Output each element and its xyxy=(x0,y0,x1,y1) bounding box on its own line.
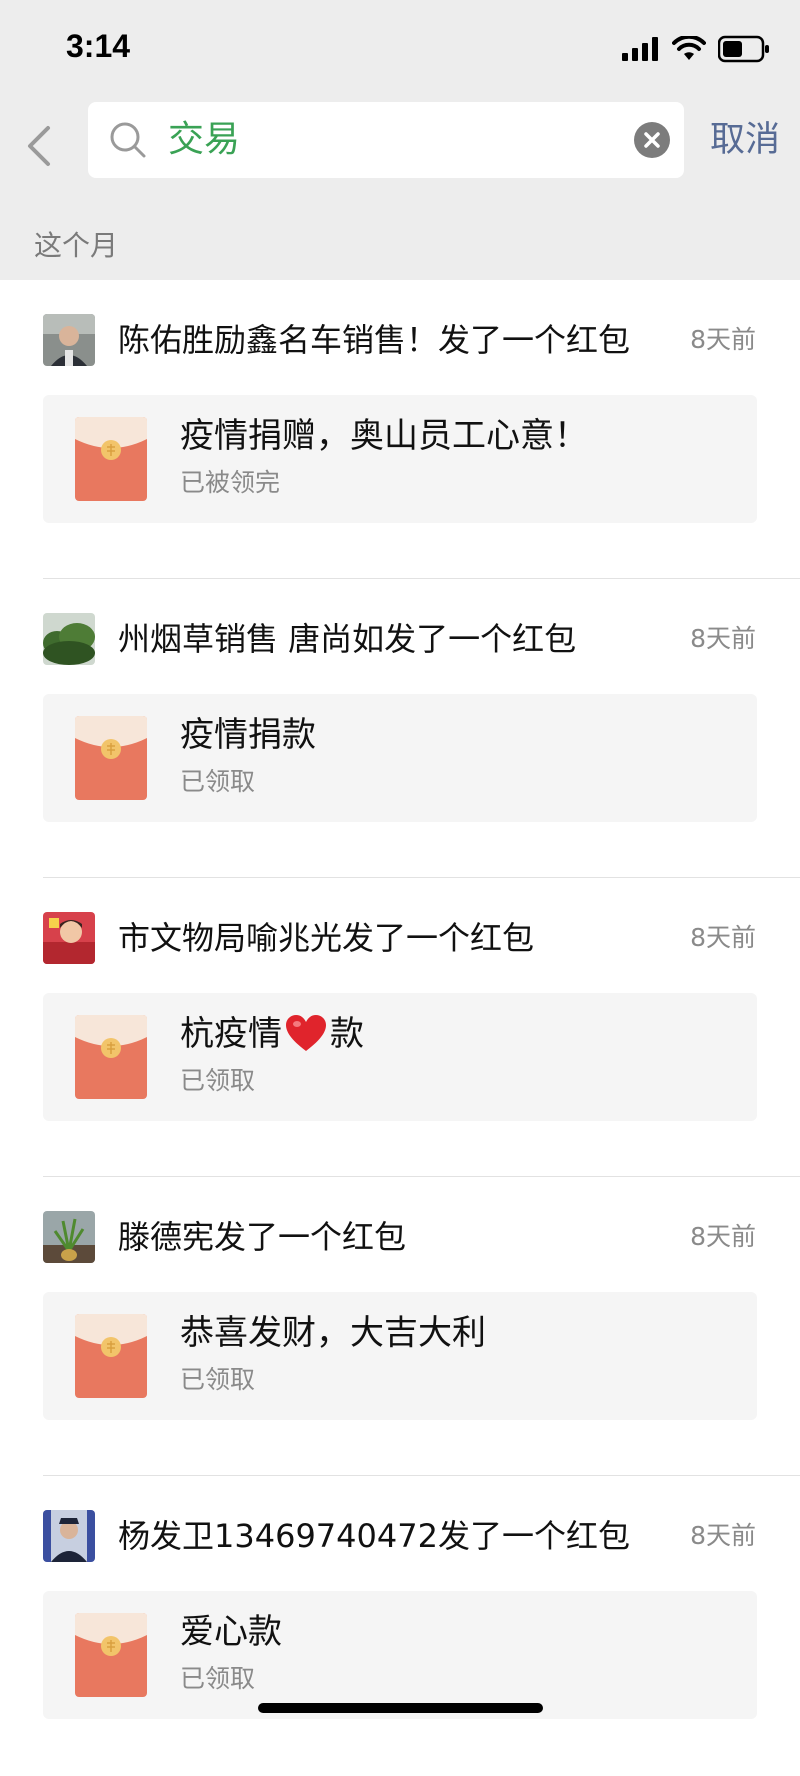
search-query[interactable]: 交易 xyxy=(168,116,240,164)
red-packet-card[interactable]: 恭喜发财，大吉大利 已领取 xyxy=(43,1292,757,1420)
list-item[interactable]: 杨发卫13469740472发了一个红包 8天前 爱心款 已领取 xyxy=(0,1476,800,1776)
clear-icon[interactable] xyxy=(634,122,670,158)
avatar xyxy=(43,613,95,665)
packet-status: 已被领完 xyxy=(180,468,281,497)
packet-title-text: 疫情捐赠，奥山员工心意！ xyxy=(180,416,588,456)
timestamp: 8天前 xyxy=(690,325,756,354)
red-packet-card[interactable]: 爱心款 已领取 xyxy=(43,1591,757,1719)
search-icon xyxy=(110,122,146,158)
red-packet-icon xyxy=(75,1314,147,1398)
back-button[interactable] xyxy=(18,118,58,174)
status-icons xyxy=(622,34,770,64)
timestamp: 8天前 xyxy=(690,1521,756,1550)
list-item[interactable]: 市文物局喻兆光发了一个红包 8天前 杭疫情 款 已领取 xyxy=(0,878,800,1178)
avatar xyxy=(43,1211,95,1263)
avatar xyxy=(43,1510,95,1562)
sender-text: 陈佑胜励鑫名车销售！发了一个红包 xyxy=(118,321,631,359)
packet-status: 已领取 xyxy=(180,1066,256,1095)
avatar xyxy=(43,314,95,366)
timestamp: 8天前 xyxy=(690,624,756,653)
packet-title: 疫情捐赠，奥山员工心意！ xyxy=(180,413,588,459)
red-packet-icon xyxy=(75,417,147,501)
status-time: 3:14 xyxy=(66,28,131,64)
packet-status: 已领取 xyxy=(180,1365,256,1394)
packet-title: 爱心款 xyxy=(180,1609,282,1655)
red-packet-card[interactable]: 疫情捐赠，奥山员工心意！ 已被领完 xyxy=(43,395,757,523)
packet-status: 已领取 xyxy=(180,1664,256,1693)
battery-icon xyxy=(718,35,769,63)
packet-title: 疫情捐款 xyxy=(180,712,316,758)
sender-text: 市文物局喻兆光发了一个红包 xyxy=(118,919,535,957)
timestamp: 8天前 xyxy=(690,1222,756,1251)
header-area: 3:14 交易 取消 这个月 xyxy=(0,0,800,280)
timestamp: 8天前 xyxy=(690,923,756,952)
search-input[interactable]: 交易 xyxy=(88,102,684,178)
packet-title-text: 恭喜发财，大吉大利 xyxy=(180,1313,486,1353)
packet-title: 杭疫情 款 xyxy=(180,1011,364,1057)
packet-title-text: 爱心款 xyxy=(180,1612,282,1652)
red-packet-card[interactable]: 杭疫情 款 已领取 xyxy=(43,993,757,1121)
avatar xyxy=(43,912,95,964)
packet-title-text: 杭疫情 xyxy=(180,1014,282,1054)
wifi-icon xyxy=(672,36,706,60)
section-header: 这个月 xyxy=(34,229,119,262)
list-item[interactable]: 陈佑胜励鑫名车销售！发了一个红包 8天前 疫情捐赠，奥山员工心意！ 已被领完 xyxy=(0,280,800,580)
chevron-left-icon xyxy=(28,126,50,166)
red-packet-icon xyxy=(75,716,147,800)
red-packet-icon xyxy=(75,1015,147,1099)
sender-text: 州烟草销售 唐尚如发了一个红包 xyxy=(118,620,577,658)
home-indicator[interactable] xyxy=(258,1703,543,1713)
list-item[interactable]: 州烟草销售 唐尚如发了一个红包 8天前 疫情捐款 已领取 xyxy=(0,579,800,879)
packet-title: 恭喜发财，大吉大利 xyxy=(180,1310,486,1356)
signal-icon xyxy=(622,37,658,61)
packet-title-text: 疫情捐款 xyxy=(180,715,316,755)
list-item[interactable]: 滕德宪发了一个红包 8天前 恭喜发财，大吉大利 已领取 xyxy=(0,1177,800,1477)
sender-text: 杨发卫13469740472发了一个红包 xyxy=(118,1517,630,1555)
red-packet-card[interactable]: 疫情捐款 已领取 xyxy=(43,694,757,822)
red-packet-icon xyxy=(75,1613,147,1697)
packet-title-suffix: 款 xyxy=(330,1014,364,1054)
heart-icon xyxy=(286,1015,326,1051)
packet-status: 已领取 xyxy=(180,767,256,796)
cancel-button[interactable]: 取消 xyxy=(710,116,780,164)
sender-text: 滕德宪发了一个红包 xyxy=(118,1218,407,1256)
